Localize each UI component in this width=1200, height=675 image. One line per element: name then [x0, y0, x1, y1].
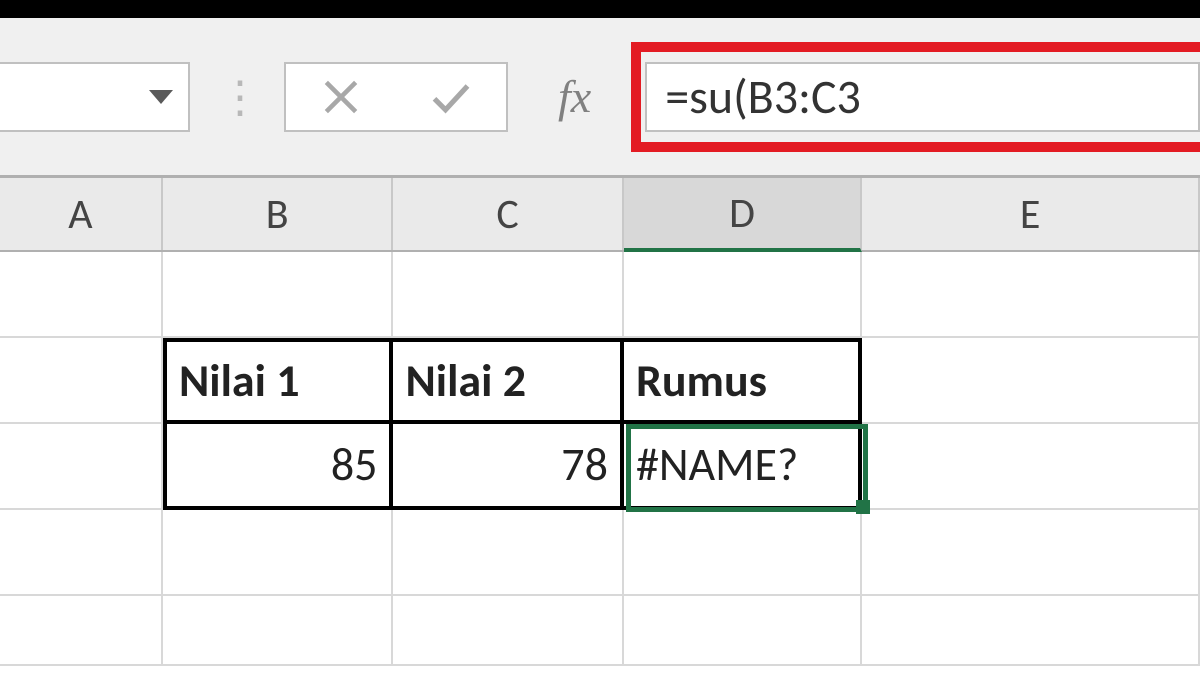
cancel-formula-button[interactable] — [316, 72, 366, 122]
row-4 — [0, 510, 1200, 596]
cell-C1[interactable] — [393, 252, 623, 338]
cell-B1[interactable] — [163, 252, 393, 338]
x-icon — [319, 75, 363, 119]
cell-A4[interactable] — [0, 510, 163, 596]
cell-E1[interactable] — [862, 252, 1200, 338]
name-box-dropdown-icon[interactable] — [149, 90, 173, 104]
cell-C2[interactable]: Nilai 2 — [393, 338, 623, 424]
column-header-A[interactable]: A — [0, 178, 163, 250]
column-header-E[interactable]: E — [862, 178, 1200, 250]
cell-A5[interactable] — [0, 596, 163, 666]
formula-input[interactable]: =su(B3:C3 — [645, 62, 1200, 132]
formula-bar: ⋮ fx =su(B3:C3 — [0, 18, 1200, 178]
cell-E4[interactable] — [862, 510, 1200, 596]
cell-D4[interactable] — [624, 510, 862, 596]
cell-C4[interactable] — [393, 510, 623, 596]
row-5 — [0, 596, 1200, 666]
column-header-D[interactable]: D — [624, 178, 862, 252]
cell-D1[interactable] — [624, 252, 862, 338]
row-2: Nilai 1 Nilai 2 Rumus — [0, 338, 1200, 424]
cell-B2[interactable]: Nilai 1 — [163, 338, 394, 424]
name-box-container — [0, 62, 190, 132]
cell-E5[interactable] — [862, 596, 1200, 666]
cell-E3[interactable] — [862, 424, 1200, 510]
cell-A1[interactable] — [0, 252, 163, 338]
cell-B5[interactable] — [163, 596, 393, 666]
cell-D5[interactable] — [624, 596, 862, 666]
cell-D3[interactable]: #NAME? — [624, 424, 862, 510]
cell-A2[interactable] — [0, 338, 163, 424]
cell-B3[interactable]: 85 — [163, 424, 394, 510]
cell-D2[interactable]: Rumus — [624, 338, 862, 424]
window-top-border — [0, 0, 1200, 18]
column-header-B[interactable]: B — [163, 178, 393, 250]
cell-B4[interactable] — [163, 510, 393, 596]
formula-bar-separator: ⋮ — [218, 62, 256, 132]
row-3: 85 78 #NAME? — [0, 424, 1200, 510]
formula-input-container: =su(B3:C3 — [631, 42, 1200, 152]
column-headers-row: A B C D E — [0, 178, 1200, 252]
formula-bar-buttons — [284, 62, 508, 132]
cell-C3[interactable]: 78 — [393, 424, 623, 510]
cell-E2[interactable] — [862, 338, 1200, 424]
row-1 — [0, 252, 1200, 338]
name-box[interactable] — [0, 62, 190, 132]
spreadsheet-grid: Nilai 1 Nilai 2 Rumus 85 78 #NAME? — [0, 252, 1200, 666]
cell-C5[interactable] — [393, 596, 623, 666]
fx-label[interactable]: fx — [558, 70, 591, 123]
cell-A3[interactable] — [0, 424, 163, 510]
column-header-C[interactable]: C — [393, 178, 623, 250]
confirm-formula-button[interactable] — [426, 72, 476, 122]
check-icon — [429, 75, 473, 119]
